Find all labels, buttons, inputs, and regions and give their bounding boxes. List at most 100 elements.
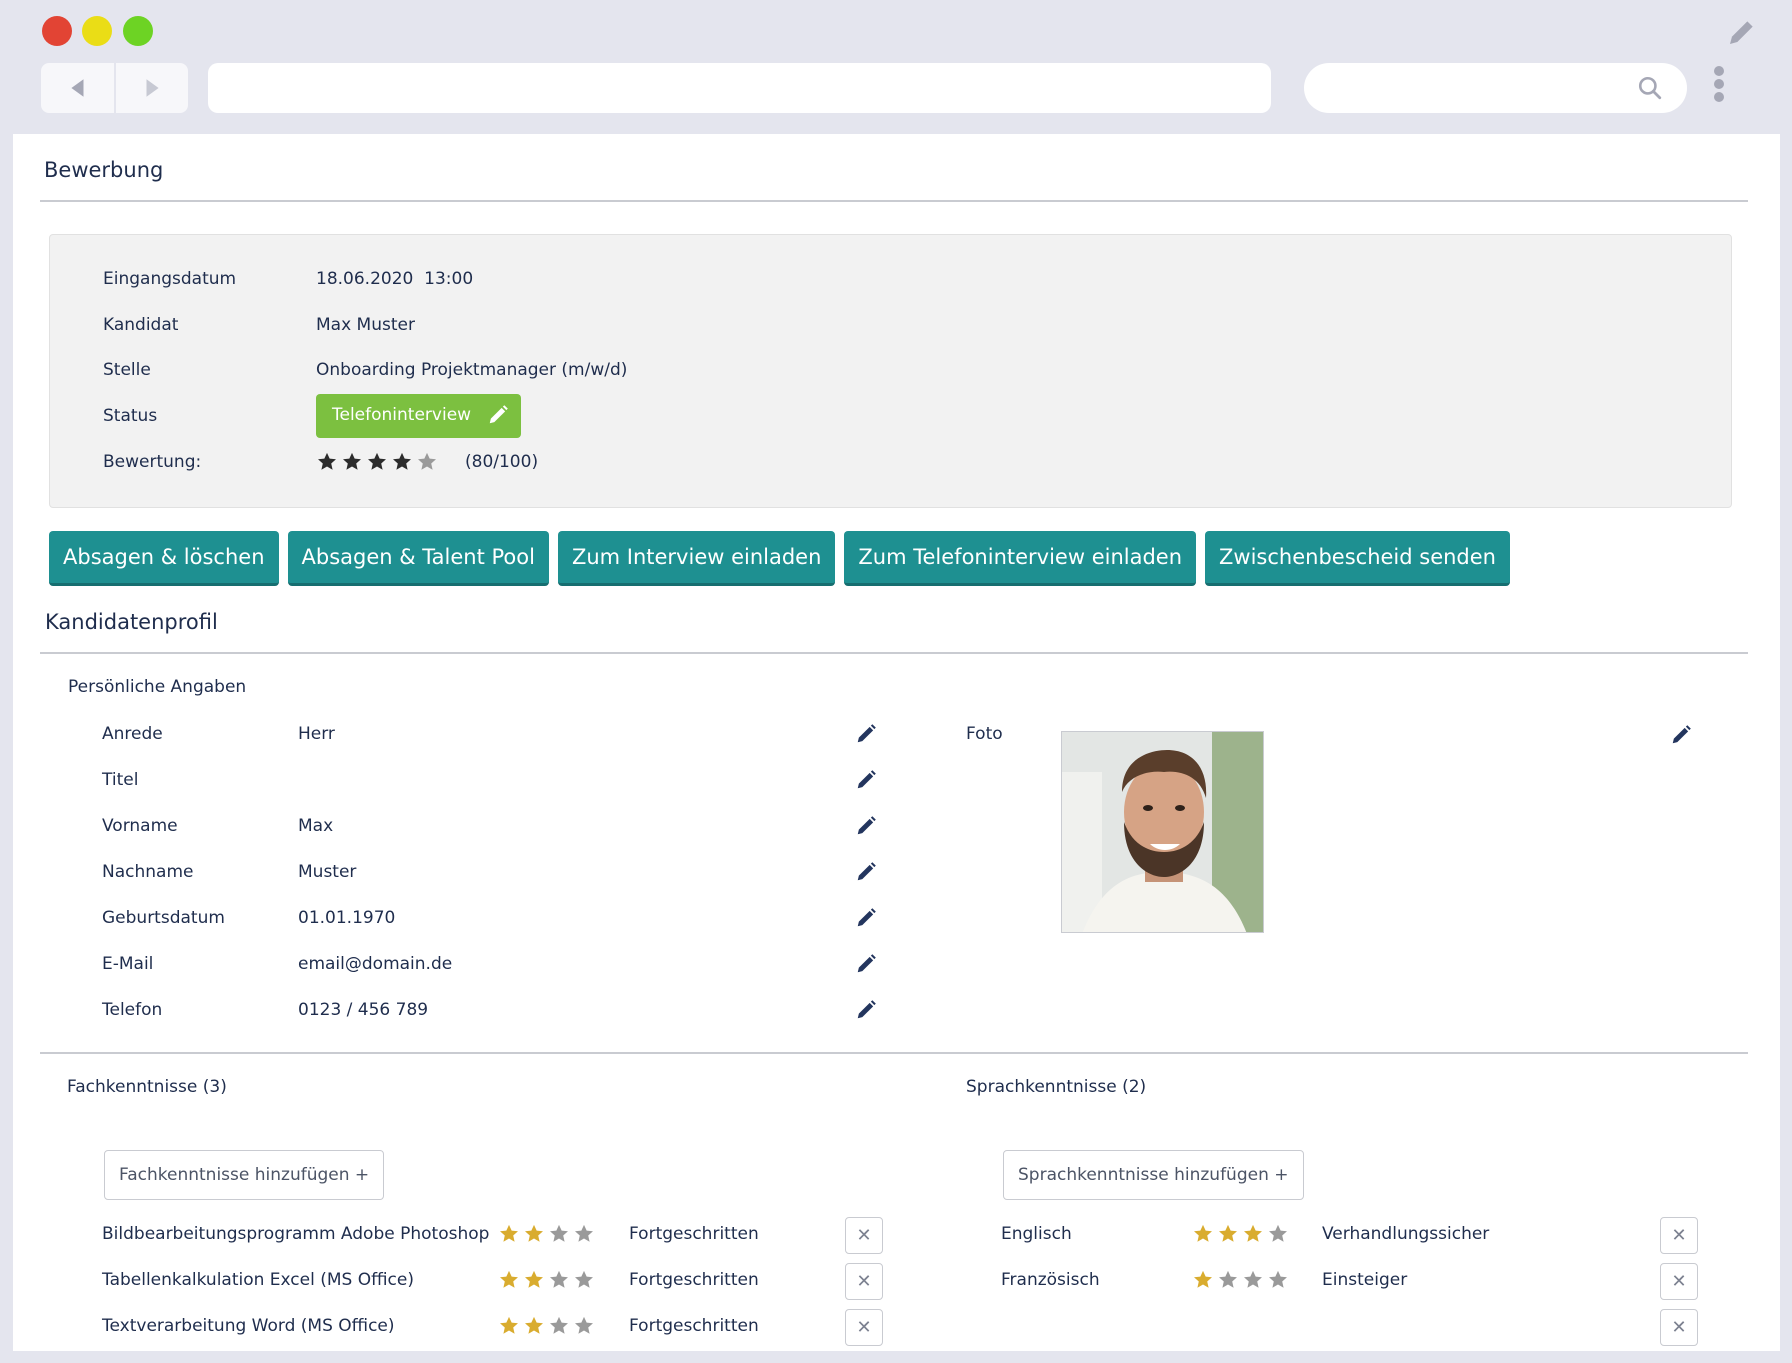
skill-rating[interactable] bbox=[498, 1315, 595, 1337]
back-icon bbox=[70, 79, 83, 97]
status-value: Telefoninterview bbox=[332, 405, 472, 425]
pencil-icon[interactable] bbox=[855, 861, 877, 883]
divider bbox=[40, 1052, 1748, 1054]
skill-name: Tabellenkalkulation Excel (MS Office) bbox=[102, 1270, 414, 1290]
window-close-dot[interactable] bbox=[42, 16, 72, 46]
rating-score: (80/100) bbox=[465, 452, 539, 472]
star-icon[interactable] bbox=[548, 1269, 570, 1291]
star-icon[interactable] bbox=[523, 1269, 545, 1291]
skill-level: Einsteiger bbox=[1322, 1270, 1408, 1290]
languages-title: Sprachkenntnisse (2) bbox=[966, 1077, 1147, 1097]
star-icon[interactable] bbox=[1242, 1223, 1264, 1245]
portrait-image bbox=[1062, 732, 1263, 932]
star-icon[interactable] bbox=[341, 451, 363, 473]
skill-rating[interactable] bbox=[498, 1269, 595, 1291]
skill-name: Englisch bbox=[1001, 1224, 1072, 1244]
action-button[interactable]: Absagen & Talent Pool bbox=[287, 531, 549, 586]
star-icon[interactable] bbox=[573, 1315, 595, 1337]
close-icon: ✕ bbox=[1671, 1317, 1687, 1338]
browser-chrome bbox=[0, 0, 1792, 134]
pencil-icon bbox=[489, 405, 508, 424]
star-icon[interactable] bbox=[523, 1223, 545, 1245]
skill-level: Fortgeschritten bbox=[629, 1316, 759, 1336]
position-value: Onboarding Projektmanager (m/w/d) bbox=[316, 360, 628, 380]
skill-name: Bildbearbeitungsprogramm Adobe Photoshop bbox=[102, 1224, 490, 1244]
status-label: Status bbox=[103, 406, 158, 426]
add-skill-button[interactable]: Fachkenntnisse hinzufügen + bbox=[104, 1150, 385, 1200]
star-icon[interactable] bbox=[1192, 1223, 1214, 1245]
action-bar: Absagen & löschen Absagen & Talent Pool Zu… bbox=[49, 531, 1510, 586]
star-icon[interactable] bbox=[498, 1223, 520, 1245]
field-value: Herr bbox=[298, 724, 335, 744]
skill-level: Fortgeschritten bbox=[629, 1270, 759, 1290]
field-label: Telefon bbox=[102, 1000, 163, 1020]
skill-rating[interactable] bbox=[1192, 1269, 1289, 1291]
action-button[interactable]: Absagen & löschen bbox=[49, 531, 279, 586]
star-icon[interactable] bbox=[391, 451, 413, 473]
action-button[interactable]: Zum Telefoninterview einladen bbox=[844, 531, 1197, 586]
action-button[interactable]: Zum Interview einladen bbox=[557, 531, 836, 586]
position-label: Stelle bbox=[103, 360, 151, 380]
rating-stars[interactable] bbox=[316, 451, 438, 473]
address-bar[interactable] bbox=[208, 63, 1271, 113]
skill-rating[interactable] bbox=[498, 1223, 595, 1245]
field-value: 0123 / 456 789 bbox=[298, 1000, 429, 1020]
field-value: Max bbox=[298, 816, 334, 836]
search-icon[interactable] bbox=[1637, 75, 1663, 101]
status-button[interactable]: Telefoninterview bbox=[316, 394, 521, 438]
pencil-icon[interactable] bbox=[855, 953, 877, 975]
remove-button[interactable]: ✕ bbox=[845, 1217, 883, 1254]
pencil-icon[interactable] bbox=[855, 723, 877, 745]
field-label: Geburtsdatum bbox=[102, 908, 225, 928]
skill-rating[interactable] bbox=[1192, 1223, 1289, 1245]
back-button[interactable] bbox=[41, 63, 114, 113]
field-label: Vorname bbox=[102, 816, 178, 836]
skill-name: Textverarbeitung Word (MS Office) bbox=[102, 1316, 395, 1336]
star-icon[interactable] bbox=[548, 1315, 570, 1337]
star-icon[interactable] bbox=[498, 1269, 520, 1291]
pencil-icon[interactable] bbox=[1670, 724, 1692, 746]
star-icon[interactable] bbox=[573, 1223, 595, 1245]
remove-button[interactable]: ✕ bbox=[1660, 1309, 1698, 1346]
close-icon: ✕ bbox=[856, 1225, 872, 1246]
remove-button[interactable]: ✕ bbox=[845, 1263, 883, 1300]
star-icon[interactable] bbox=[1242, 1269, 1264, 1291]
star-icon[interactable] bbox=[366, 451, 388, 473]
star-icon[interactable] bbox=[573, 1269, 595, 1291]
star-icon[interactable] bbox=[1217, 1269, 1239, 1291]
star-icon[interactable] bbox=[1267, 1269, 1289, 1291]
pencil-icon[interactable] bbox=[1726, 16, 1758, 48]
candidate-label: Kandidat bbox=[103, 315, 179, 335]
star-icon[interactable] bbox=[1192, 1269, 1214, 1291]
pencil-icon[interactable] bbox=[855, 907, 877, 929]
window-maximize-dot[interactable] bbox=[123, 16, 153, 46]
browser-search-input[interactable] bbox=[1304, 63, 1687, 113]
page-content: Bewerbung Eingangsdatum 18.06.2020 13:00… bbox=[13, 134, 1780, 1351]
star-icon[interactable] bbox=[523, 1315, 545, 1337]
forward-button[interactable] bbox=[114, 63, 187, 113]
star-icon[interactable] bbox=[316, 451, 338, 473]
action-button[interactable]: Zwischenbescheid senden bbox=[1205, 531, 1510, 586]
star-icon[interactable] bbox=[498, 1315, 520, 1337]
star-icon[interactable] bbox=[416, 451, 438, 473]
pencil-icon[interactable] bbox=[855, 769, 877, 791]
star-icon[interactable] bbox=[1217, 1223, 1239, 1245]
skill-level: Fortgeschritten bbox=[629, 1224, 759, 1244]
forward-icon bbox=[146, 79, 159, 97]
pencil-icon[interactable] bbox=[855, 815, 877, 837]
kebab-icon[interactable] bbox=[1712, 66, 1726, 106]
close-icon: ✕ bbox=[856, 1317, 872, 1338]
field-label: Nachname bbox=[102, 862, 194, 882]
received-value: 18.06.2020 13:00 bbox=[316, 269, 474, 289]
rating-label: Bewertung: bbox=[103, 452, 202, 472]
remove-button[interactable]: ✕ bbox=[845, 1309, 883, 1346]
star-icon[interactable] bbox=[548, 1223, 570, 1245]
add-language-button[interactable]: Sprachkenntnisse hinzufügen + bbox=[1003, 1150, 1304, 1200]
pencil-icon[interactable] bbox=[855, 999, 877, 1021]
window-minimize-dot[interactable] bbox=[82, 16, 112, 46]
remove-button[interactable]: ✕ bbox=[1660, 1217, 1698, 1254]
star-icon[interactable] bbox=[1267, 1223, 1289, 1245]
page-title: Bewerbung bbox=[44, 158, 164, 182]
remove-button[interactable]: ✕ bbox=[1660, 1263, 1698, 1300]
personal-info-title: Persönliche Angaben bbox=[68, 677, 247, 697]
